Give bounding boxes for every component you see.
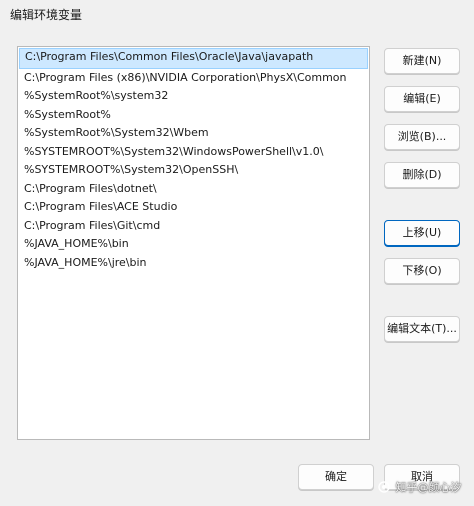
edit-button[interactable]: 编辑(E) — [384, 86, 460, 112]
path-list-item[interactable]: C:\Program Files\Git\cmd — [18, 217, 369, 236]
zhihu-logo-icon — [378, 481, 390, 493]
path-list-item[interactable]: %SystemRoot%\system32 — [18, 87, 369, 106]
path-list-item[interactable]: C:\Program Files\dotnet\ — [18, 180, 369, 199]
path-list-item[interactable]: %SYSTEMROOT%\System32\OpenSSH\ — [18, 161, 369, 180]
path-list-item[interactable]: C:\Program Files\ACE Studio — [18, 198, 369, 217]
path-list-item[interactable]: %JAVA_HOME%\bin — [18, 235, 369, 254]
watermark-text: 知乎@颜心汐 — [395, 481, 462, 494]
window-title: 编辑环境变量 — [10, 8, 83, 22]
browse-button[interactable]: 浏览(B)... — [384, 124, 460, 150]
path-list-item[interactable]: %SYSTEMROOT%\System32\WindowsPowerShell\… — [18, 143, 369, 162]
move-down-button[interactable]: 下移(O) — [384, 258, 460, 284]
edit-text-button[interactable]: 编辑文本(T)... — [384, 316, 460, 342]
delete-button[interactable]: 删除(D) — [384, 162, 460, 188]
path-list[interactable]: C:\Program Files\Common Files\Oracle\Jav… — [17, 46, 370, 440]
move-up-button[interactable]: 上移(U) — [384, 220, 460, 246]
path-list-item[interactable]: %SystemRoot%\System32\Wbem — [18, 124, 369, 143]
path-list-item[interactable]: C:\Program Files (x86)\NVIDIA Corporatio… — [18, 69, 369, 88]
title-bar: 编辑环境变量 — [0, 0, 474, 30]
ok-button[interactable]: 确定 — [298, 464, 374, 490]
watermark: 知乎@颜心汐 — [378, 479, 462, 495]
path-list-item[interactable]: %JAVA_HOME%\jre\bin — [18, 254, 369, 273]
path-list-item[interactable]: %SystemRoot% — [18, 106, 369, 125]
path-list-item[interactable]: C:\Program Files\Common Files\Oracle\Jav… — [19, 48, 368, 69]
new-button[interactable]: 新建(N) — [384, 48, 460, 74]
